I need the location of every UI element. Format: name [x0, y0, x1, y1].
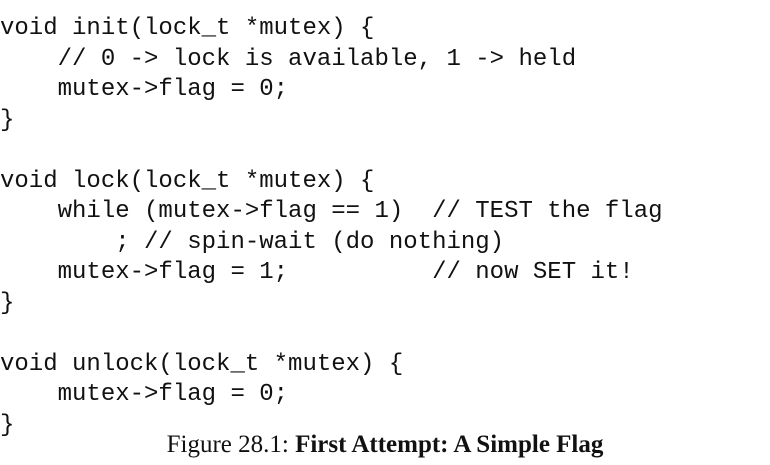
code-line: // 0 -> lock is available, 1 -> held: [0, 45, 577, 73]
code-line: mutex->flag = 1; // now SET it!: [0, 259, 634, 286]
code-listing: void init(lock_t *mutex) { // 0 -> lock …: [0, 14, 663, 441]
code-line: }: [0, 106, 15, 134]
code-line: while (mutex->flag == 1) // TEST the fla…: [0, 198, 663, 225]
figure-caption-label: Figure 28.1:: [166, 431, 296, 458]
code-line: ; // spin-wait (do nothing): [0, 228, 505, 256]
code-line: }: [0, 289, 15, 317]
figure-caption: Figure 28.1: First Attempt: A Simple Fla…: [0, 429, 770, 461]
code-line: void unlock(lock_t *mutex) {: [0, 350, 404, 378]
code-line: mutex->flag = 0;: [0, 76, 289, 103]
code-line: mutex->flag = 0;: [0, 381, 289, 408]
code-line: void init(lock_t *mutex) {: [0, 15, 375, 42]
figure-caption-title: First Attempt: A Simple Flag: [295, 431, 604, 458]
code-line: void lock(lock_t *mutex) {: [0, 167, 375, 195]
